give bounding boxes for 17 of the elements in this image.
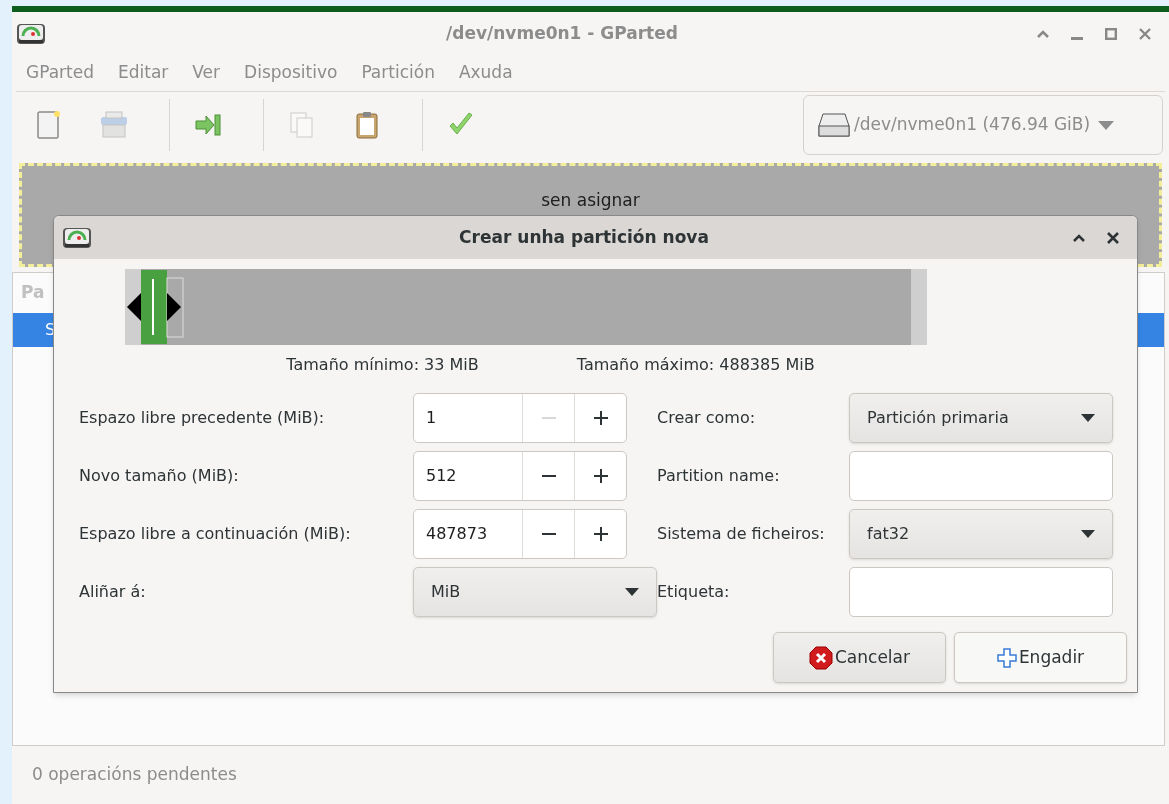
field-label: Sistema de ficheiros: [657, 523, 826, 545]
field-value: 487873 [425, 523, 489, 545]
status-text: 0 operacións pendentes [32, 763, 237, 787]
field-label: Partition name: [657, 465, 781, 487]
field-label: Etiqueta: [657, 581, 731, 603]
min-size-text: Tamaño mínimo: 33 MiB [286, 354, 479, 376]
field-label: Espazo libre a continuación (MiB): [79, 523, 352, 545]
max-size-text: Tamaño máximo: 488385 MiB [576, 354, 815, 376]
field-label: Novo tamaño (MiB): [79, 465, 240, 487]
field-label: Espazo libre precedente (MiB): [79, 407, 326, 429]
window-title: /dev/nvme0n1 - GParted [445, 21, 679, 45]
field-value: 1 [425, 407, 438, 429]
partition-label: sen asignar [541, 189, 640, 212]
field-value: 512 [425, 465, 458, 487]
dialog-title: Crear unha partición nova [458, 225, 710, 249]
field-label: Crear como: [657, 407, 757, 429]
field-label: Aliñar á: [79, 581, 147, 603]
